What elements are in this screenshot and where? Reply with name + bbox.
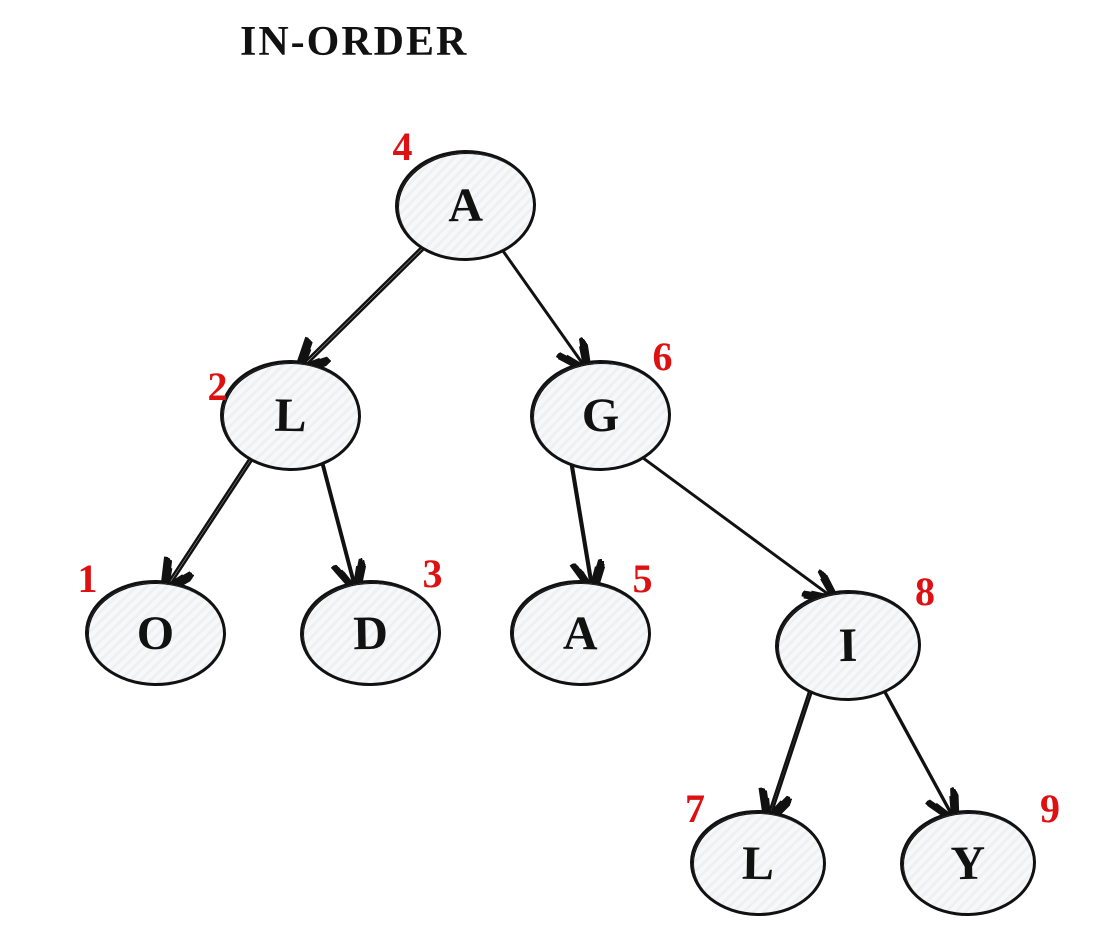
- tree-node-y: Y: [899, 809, 1037, 917]
- tree-node-l2: L: [689, 809, 827, 917]
- order-number: 4: [393, 123, 413, 170]
- tree-edge: [878, 678, 954, 818]
- tree-edge: [303, 238, 435, 368]
- tree-edge: [770, 678, 816, 818]
- node-label: D: [353, 605, 389, 661]
- tree-edge: [166, 446, 258, 586]
- tree-node-a2: A: [509, 579, 652, 687]
- node-label: Y: [950, 835, 986, 891]
- tree-node-a_root: A: [394, 149, 537, 262]
- tree-edge: [876, 676, 952, 816]
- node-label: G: [581, 388, 619, 444]
- order-number: 2: [208, 363, 228, 410]
- tree-node-o: O: [84, 579, 227, 687]
- order-number: 6: [653, 333, 673, 380]
- tree-node-i: I: [774, 589, 922, 703]
- node-label: L: [742, 835, 775, 891]
- tree-edge: [627, 446, 831, 596]
- tree-node-d: D: [299, 579, 442, 687]
- tree-node-g: G: [529, 359, 672, 472]
- tree-edge: [301, 236, 433, 366]
- order-number: 5: [633, 555, 653, 602]
- tree-edge: [319, 448, 356, 588]
- order-number: 7: [685, 785, 705, 832]
- node-label: I: [838, 618, 858, 673]
- tree-edges: [0, 0, 1115, 937]
- node-label: L: [274, 388, 307, 444]
- tree-edge: [629, 448, 833, 598]
- order-number: 9: [1040, 785, 1060, 832]
- tree-edge: [317, 446, 354, 586]
- diagram-canvas: IN-ORDER A L G O D A I L Y 4 2 6 1 3 5 8 7 9: [0, 0, 1115, 937]
- order-number: 1: [78, 555, 98, 602]
- order-number: 8: [915, 568, 935, 615]
- tree-edge: [168, 448, 260, 588]
- diagram-title: IN-ORDER: [240, 18, 468, 66]
- tree-edge: [768, 676, 814, 816]
- node-label: A: [563, 605, 599, 661]
- node-label: O: [136, 605, 174, 661]
- tree-edge: [494, 238, 586, 368]
- tree-edge: [492, 236, 584, 366]
- tree-node-l1: L: [219, 359, 362, 472]
- order-number: 3: [423, 550, 443, 597]
- node-label: A: [448, 178, 484, 234]
